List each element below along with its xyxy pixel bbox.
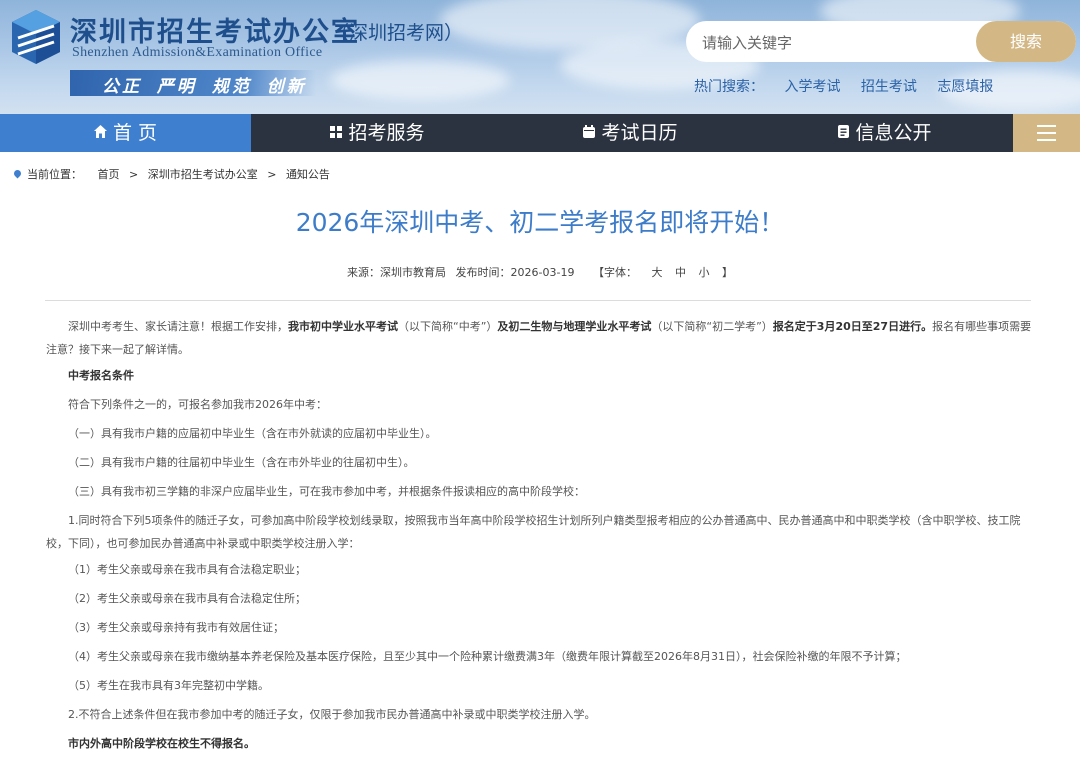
article-date: 发布时间：2026-03-19 bbox=[455, 266, 575, 279]
article-source: 来源：深圳市教育局 bbox=[347, 266, 447, 279]
nav-item-disclosure[interactable]: 信息公开 bbox=[757, 114, 1013, 152]
bold-notice: 市内外高中阶段学校在校生不得报名。 bbox=[68, 737, 255, 750]
hot-search-label: 热门搜索： bbox=[694, 79, 764, 95]
hot-search: 热门搜索： 入学考试 招生考试 志愿填报 bbox=[694, 76, 1009, 96]
paragraph: （一）具有我市户籍的应届初中毕业生（含在市外就读的应届初中毕业生）。 bbox=[68, 427, 437, 440]
paragraph: （三）具有我市初三学籍的非深户应届毕业生，可在我市参加中考，并根据条件报读相应的… bbox=[68, 485, 585, 498]
hot-keyword-admission-exam[interactable]: 招生考试 bbox=[861, 79, 917, 95]
breadcrumb-separator: > bbox=[267, 168, 277, 181]
search-box: 搜索 bbox=[686, 21, 1076, 64]
paragraph: 市内外高中阶段学校在校生不得报名。 bbox=[46, 732, 1032, 755]
grid-icon bbox=[330, 125, 343, 138]
nav-item-services[interactable]: 招考服务 bbox=[251, 114, 504, 152]
site-logo-icon[interactable] bbox=[10, 8, 62, 66]
paragraph: （5）考生在我市具有3年完整初中学籍。 bbox=[68, 679, 269, 692]
cloud-decoration bbox=[330, 60, 510, 100]
title-divider bbox=[45, 300, 1031, 301]
nav-label-services: 招考服务 bbox=[348, 122, 425, 144]
breadcrumb: 当前位置： 首页 > 深圳市招生考试办公室 > 通知公告 bbox=[12, 166, 336, 182]
paragraph: （1）考生父亲或母亲在我市具有合法稳定职业； bbox=[68, 563, 306, 576]
site-slogan: 公正 严明 规范 创新 bbox=[102, 77, 307, 97]
paragraph: （3）考生父亲或母亲持有我市有效居住证； bbox=[68, 621, 284, 634]
breadcrumb-separator: > bbox=[129, 168, 139, 181]
breadcrumb-home[interactable]: 首页 bbox=[98, 168, 120, 181]
menu-button[interactable] bbox=[1013, 114, 1080, 152]
home-icon bbox=[93, 125, 107, 138]
intro-paragraph: 深圳中考考生、家长请注意！根据工作安排，我市初中学业水平考试（以下简称“中考”）… bbox=[46, 315, 1032, 361]
breadcrumb-notices[interactable]: 通知公告 bbox=[286, 168, 330, 181]
section-heading-text: 中考报名条件 bbox=[68, 369, 134, 382]
site-subtitle: （深圳招考网） bbox=[330, 22, 464, 44]
intro-bold: 及初二生物与地理学业水平考试 bbox=[497, 320, 652, 333]
document-icon bbox=[838, 125, 850, 138]
search-input[interactable] bbox=[700, 21, 974, 64]
nav-label-calendar: 考试日历 bbox=[601, 122, 678, 144]
site-title[interactable]: 深圳市招生考试办公室 bbox=[70, 10, 360, 49]
paragraph: （2）考生父亲或母亲在我市具有合法稳定住所； bbox=[68, 592, 306, 605]
location-pin-icon bbox=[12, 168, 23, 179]
intro-text: （以下简称“初二学考”） bbox=[651, 320, 773, 333]
paragraph: 2.不符合上述条件但在我市参加中考的随迁子女，仅限于参加我市民办普通高中补录或中… bbox=[68, 708, 596, 721]
font-size-small[interactable]: 小 bbox=[698, 266, 709, 279]
font-size-medium[interactable]: 中 bbox=[675, 266, 686, 279]
nav-item-calendar[interactable]: 考试日历 bbox=[504, 114, 757, 152]
site-english-name: Shenzhen Admission&Examination Office bbox=[72, 45, 323, 60]
intro-text: 深圳中考考生、家长请注意！根据工作安排， bbox=[68, 320, 288, 333]
paragraph: 1.同时符合下列5项条件的随迁子女，可参加高中阶段学校划线录取，按照我市当年高中… bbox=[46, 514, 1021, 550]
breadcrumb-office[interactable]: 深圳市招生考试办公室 bbox=[148, 168, 258, 181]
article-meta: 来源：深圳市教育局 发布时间：2026-03-19 【字体： 大 中 小 】 bbox=[0, 264, 1080, 280]
breadcrumb-label: 当前位置： bbox=[27, 168, 82, 181]
font-size-label: 【字体： bbox=[592, 266, 637, 279]
section-heading: 中考报名条件 bbox=[46, 364, 1032, 387]
calendar-icon bbox=[583, 125, 596, 138]
intro-bold: 报名定于3月20日至27日进行。 bbox=[772, 320, 933, 333]
nav-label-disclosure: 信息公开 bbox=[855, 122, 932, 144]
site-header: 深圳市招生考试办公室 （深圳招考网） Shenzhen Admission&Ex… bbox=[0, 0, 1080, 114]
nav-label-home: 首 页 bbox=[112, 122, 158, 144]
font-size-end: 】 bbox=[721, 266, 733, 279]
intro-bold: 我市初中学业水平考试 bbox=[288, 320, 398, 333]
font-size-large[interactable]: 大 bbox=[651, 266, 662, 279]
search-button[interactable]: 搜索 bbox=[976, 21, 1076, 62]
intro-text: （以下简称“中考”） bbox=[398, 320, 498, 333]
hot-keyword-application[interactable]: 志愿填报 bbox=[937, 79, 993, 95]
hot-keyword-entrance-exam[interactable]: 入学考试 bbox=[784, 79, 840, 95]
paragraph: （4）考生父亲或母亲在我市缴纳基本养老保险及基本医疗保险，且至少其中一个险种累计… bbox=[68, 650, 907, 663]
main-nav: 首 页 招考服务 考试日历 信息公开 bbox=[0, 114, 1080, 152]
nav-item-home[interactable]: 首 页 bbox=[0, 114, 251, 152]
article-title: 2026年深圳中考、初二学考报名即将开始！ bbox=[295, 208, 785, 237]
paragraph: 符合下列条件之一的，可报名参加我市2026年中考： bbox=[68, 398, 327, 411]
paragraph: （二）具有我市户籍的往届初中毕业生（含在市外毕业的往届初中生）。 bbox=[68, 456, 415, 469]
